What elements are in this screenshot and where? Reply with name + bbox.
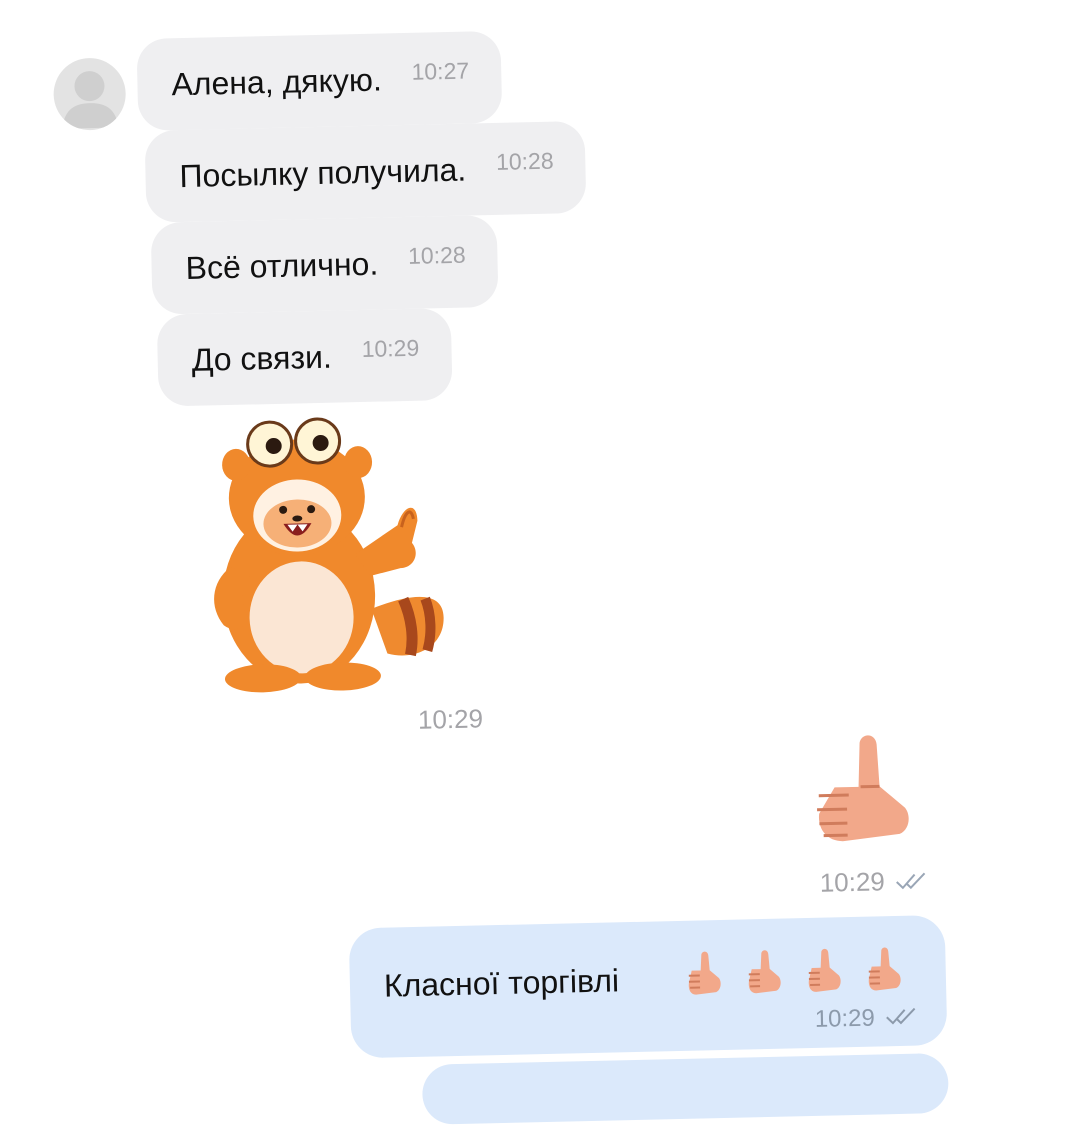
thumbs-up-icon: [868, 947, 901, 991]
message-time: 10:29: [814, 1004, 876, 1033]
message-time: 10:29: [361, 334, 420, 362]
message-time-row: 10:29: [814, 1004, 919, 1034]
message-time: 10:27: [411, 56, 470, 85]
sticker-time-text: 10:29: [417, 703, 484, 735]
incoming-message[interactable]: До связи. 10:29: [156, 307, 453, 407]
outgoing-message-partial[interactable]: [421, 1052, 949, 1125]
chat-thread[interactable]: Алена, дякую. 10:27 Посылку получила. 10…: [0, 0, 1080, 1125]
thumbs-up-icon: [748, 950, 781, 994]
incoming-message[interactable]: Всё отлично. 10:28: [150, 214, 499, 315]
incoming-message[interactable]: Алена, дякую. 10:27: [136, 30, 503, 132]
raccoon-thumbs-up-sticker[interactable]: [177, 401, 484, 708]
message-text: До связи.: [191, 338, 333, 378]
message-time: 10:28: [495, 147, 554, 175]
thumbs-up-icon: [688, 951, 721, 995]
thumbs-up-sticker[interactable]: [799, 715, 927, 863]
sticker-out-time: 10:29: [819, 865, 929, 898]
message-text: Алена, дякую.: [171, 60, 383, 102]
user-placeholder-icon: [62, 71, 119, 129]
thumbs-up-icon: [808, 948, 841, 992]
outgoing-message[interactable]: Класної торгівлі 10:29: [348, 914, 948, 1059]
message-text: Посылку получила.: [179, 151, 467, 194]
emoji-row: [685, 944, 904, 999]
sticker-time: 10:29: [418, 703, 484, 735]
message-text: Класної торгівлі: [383, 962, 620, 1004]
incoming-message[interactable]: Посылку получила. 10:28: [144, 120, 587, 223]
sticker-out-time-text: 10:29: [819, 866, 886, 898]
double-check-icon: [894, 865, 929, 897]
message-text: Всё отлично.: [185, 245, 379, 286]
double-check-icon: [885, 1004, 920, 1033]
sender-avatar[interactable]: [52, 57, 127, 131]
message-time: 10:28: [407, 241, 466, 269]
